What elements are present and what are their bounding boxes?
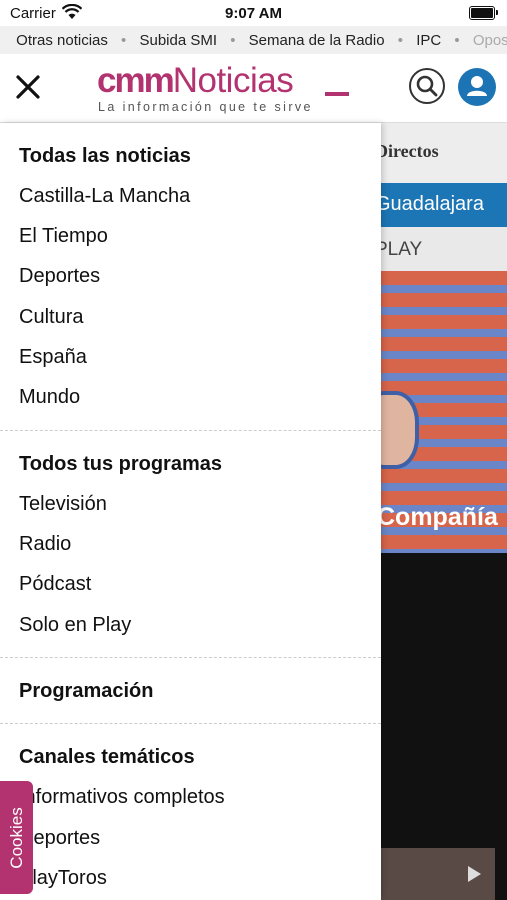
user-account-button[interactable]	[458, 68, 496, 106]
ticker-item[interactable]: Subida SMI	[139, 32, 217, 49]
search-icon	[416, 75, 438, 97]
clock: 9:07 AM	[225, 5, 282, 22]
battery-icon	[469, 6, 498, 20]
ticker-item[interactable]: IPC	[416, 32, 441, 49]
menu-heading-news[interactable]: Todas las noticias	[19, 145, 191, 168]
logo-slogan: La información que te sirve	[98, 100, 313, 114]
menu-divider	[0, 657, 381, 658]
ticker-item[interactable]: Otras noticias	[16, 32, 108, 49]
menu-divider	[0, 430, 381, 431]
bg-play-tab: PLAY	[381, 227, 507, 271]
menu-heading-programs[interactable]: Todos tus programas	[19, 453, 222, 476]
menu-item-mundo[interactable]: Mundo	[19, 386, 80, 409]
bg-featured-image: Compañía	[381, 271, 507, 553]
topic-ticker: Otras noticias • Subida SMI • Semana de …	[0, 26, 507, 54]
close-menu-icon[interactable]	[14, 73, 42, 101]
cookies-button[interactable]: Cookies	[0, 781, 33, 894]
menu-item-radio[interactable]: Radio	[19, 533, 71, 556]
logo-underline	[325, 92, 349, 96]
menu-item-espana[interactable]: España	[19, 346, 87, 369]
user-icon	[467, 76, 487, 96]
menu-item-el-tiempo[interactable]: El Tiempo	[19, 225, 108, 248]
menu-item-podcast[interactable]: Pódcast	[19, 573, 91, 596]
ticker-separator: •	[230, 32, 236, 49]
menu-item-cultura[interactable]: Cultura	[19, 306, 83, 329]
bg-image-figure	[381, 391, 419, 469]
app-header: cmmNoticias La información que te sirve	[0, 54, 507, 123]
menu-item-television[interactable]: Televisión	[19, 493, 107, 516]
status-bar: Carrier 9:07 AM	[0, 0, 507, 26]
ticker-separator: •	[454, 32, 460, 49]
menu-heading-programacion[interactable]: Programación	[19, 680, 153, 703]
bg-video-thumbnail	[381, 848, 495, 900]
play-icon	[468, 866, 481, 882]
menu-heading-channels[interactable]: Canales temáticos	[19, 746, 195, 769]
bg-section-header: Directos	[381, 123, 507, 183]
ticker-item[interactable]: Semana de la Radio	[249, 32, 385, 49]
search-button[interactable]	[409, 68, 445, 104]
ticker-separator: •	[121, 32, 127, 49]
menu-item-deportes[interactable]: Deportes	[19, 265, 100, 288]
menu-divider	[0, 723, 381, 724]
background-page: Directos Guadalajara PLAY Compañía	[381, 123, 507, 900]
menu-item-castilla-la-mancha[interactable]: Castilla-La Mancha	[19, 185, 190, 208]
menu-item-solo-en-play[interactable]: Solo en Play	[19, 614, 131, 637]
side-menu-drawer: Todas las noticias Castilla-La Mancha El…	[0, 123, 381, 900]
bg-channel-tab: Guadalajara	[381, 183, 507, 227]
ticker-separator: •	[397, 32, 404, 49]
logo-wordmark: cmmNoticias	[97, 61, 294, 100]
ticker-item[interactable]: Opos	[473, 32, 507, 49]
cmm-noticias-logo[interactable]: cmmNoticias La información que te sirve	[97, 62, 351, 114]
cookies-label: Cookies	[6, 806, 26, 869]
menu-item-informativos-completos[interactable]: Informativos completos	[19, 786, 225, 809]
